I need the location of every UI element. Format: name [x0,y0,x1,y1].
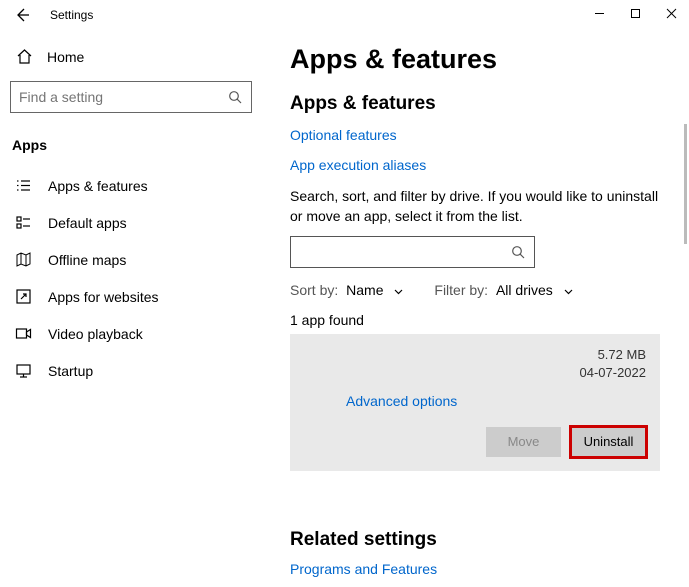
app-search-box[interactable] [290,236,535,268]
related-heading: Related settings [290,529,667,551]
page-title: Apps & features [290,44,667,75]
close-button[interactable] [653,0,689,26]
search-input[interactable] [19,89,228,105]
scrollbar[interactable] [684,124,687,244]
back-icon[interactable] [14,7,30,23]
section-title: Apps [10,133,252,167]
search-icon [511,245,526,260]
nav-label: Default apps [48,215,127,231]
sidebar: Home Apps Apps & features Default apps [0,30,262,587]
open-icon [14,288,32,305]
sort-label: Sort by: [290,282,338,298]
defaults-icon [14,214,32,231]
sort-by-dropdown[interactable]: Sort by: Name [290,282,404,298]
nav-startup[interactable]: Startup [10,352,252,389]
sort-value: Name [346,282,383,298]
titlebar: Settings [0,0,689,30]
filter-label: Filter by: [434,282,488,298]
link-programs-features[interactable]: Programs and Features [290,561,667,577]
chevron-down-icon [563,286,574,297]
nav-default-apps[interactable]: Default apps [10,204,252,241]
minimize-button[interactable] [581,0,617,26]
app-card[interactable]: 5.72 MB 04-07-2022 Advanced options Move… [290,334,660,470]
advanced-options-link[interactable]: Advanced options [346,393,646,409]
link-optional-features[interactable]: Optional features [290,127,667,143]
map-icon [14,251,32,268]
app-date: 04-07-2022 [580,364,647,382]
filter-value: All drives [496,282,553,298]
maximize-button[interactable] [617,0,653,26]
window-title: Settings [50,8,93,22]
uninstall-button[interactable]: Uninstall [571,427,646,457]
nav-apps-features[interactable]: Apps & features [10,167,252,204]
home-nav[interactable]: Home [10,42,252,71]
filter-by-dropdown[interactable]: Filter by: All drives [434,282,573,298]
home-icon [16,48,33,65]
search-input-wrap[interactable] [10,81,252,113]
video-icon [14,325,32,342]
home-label: Home [47,49,84,65]
move-button[interactable]: Move [486,427,561,457]
nav-label: Startup [48,363,93,379]
nav-apps-websites[interactable]: Apps for websites [10,278,252,315]
startup-icon [14,362,32,379]
section-heading: Apps & features [290,93,667,115]
search-icon [228,90,243,105]
list-icon [14,177,32,194]
app-size: 5.72 MB [580,346,647,364]
nav-label: Apps & features [48,178,148,194]
nav-label: Offline maps [48,252,126,268]
nav-offline-maps[interactable]: Offline maps [10,241,252,278]
nav-video-playback[interactable]: Video playback [10,315,252,352]
description-text: Search, sort, and filter by drive. If yo… [290,187,660,226]
nav-label: Video playback [48,326,143,342]
content-pane: Apps & features Apps & features Optional… [262,30,689,587]
link-execution-aliases[interactable]: App execution aliases [290,157,667,173]
nav-label: Apps for websites [48,289,159,305]
chevron-down-icon [393,286,404,297]
app-count: 1 app found [290,312,667,328]
